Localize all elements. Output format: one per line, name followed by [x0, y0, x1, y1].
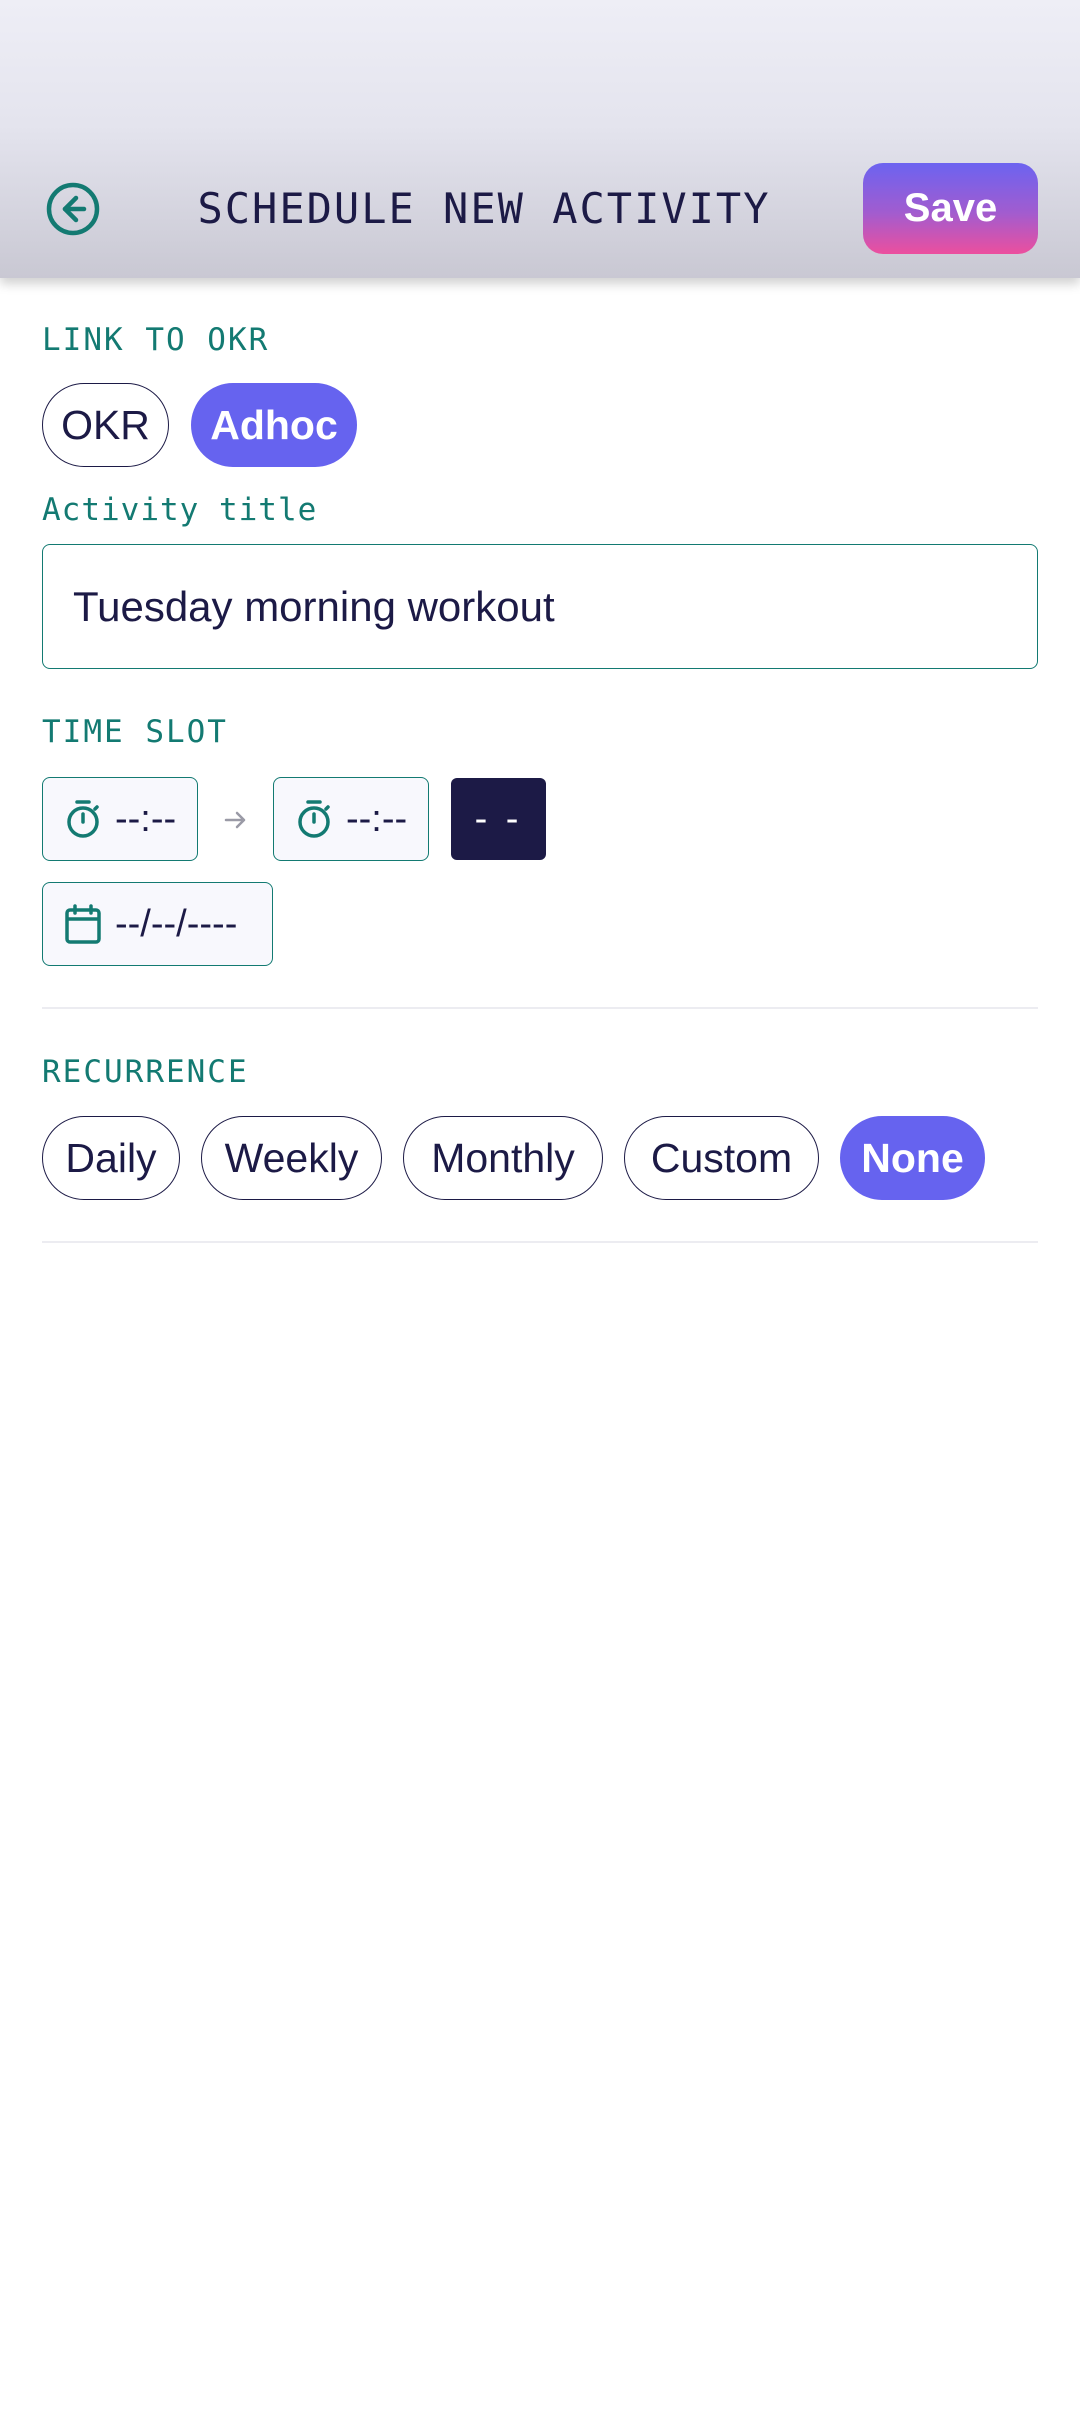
end-time-value: --:-- [346, 797, 408, 840]
date-field[interactable]: --/--/---- [42, 882, 273, 966]
stopwatch-icon [67, 800, 99, 838]
end-time-field[interactable]: --:-- [273, 777, 429, 861]
date-value: --/--/---- [115, 902, 238, 945]
ampm-toggle[interactable]: - - [451, 778, 546, 860]
page-title: SCHEDULE NEW ACTIVITY [197, 184, 771, 233]
calendar-icon [65, 904, 101, 944]
activity-title-field[interactable] [42, 544, 1038, 669]
save-button[interactable]: Save [863, 163, 1038, 254]
stopwatch-icon [298, 800, 330, 838]
arrow-right-icon [224, 811, 246, 829]
recurrence-label: RECURRENCE [42, 1054, 249, 1090]
okr-option-adhoc[interactable]: Adhoc [191, 383, 357, 467]
recurrence-option-custom[interactable]: Custom [624, 1116, 819, 1200]
activity-title-label: Activity title [42, 492, 318, 528]
recurrence-option-daily[interactable]: Daily [42, 1116, 180, 1200]
activity-title-input[interactable] [43, 545, 1037, 668]
okr-option-okr[interactable]: OKR [42, 383, 169, 467]
section-divider [42, 1007, 1038, 1009]
start-time-value: --:-- [115, 797, 177, 840]
recurrence-option-weekly[interactable]: Weekly [201, 1116, 382, 1200]
section-divider [42, 1241, 1038, 1243]
okr-section-label: LINK TO OKR [42, 322, 270, 358]
time-slot-label: TIME SLOT [42, 714, 228, 750]
app-header: SCHEDULE NEW ACTIVITY Save [0, 0, 1080, 278]
start-time-field[interactable]: --:-- [42, 777, 198, 861]
recurrence-option-none[interactable]: None [840, 1116, 985, 1200]
recurrence-option-monthly[interactable]: Monthly [403, 1116, 603, 1200]
